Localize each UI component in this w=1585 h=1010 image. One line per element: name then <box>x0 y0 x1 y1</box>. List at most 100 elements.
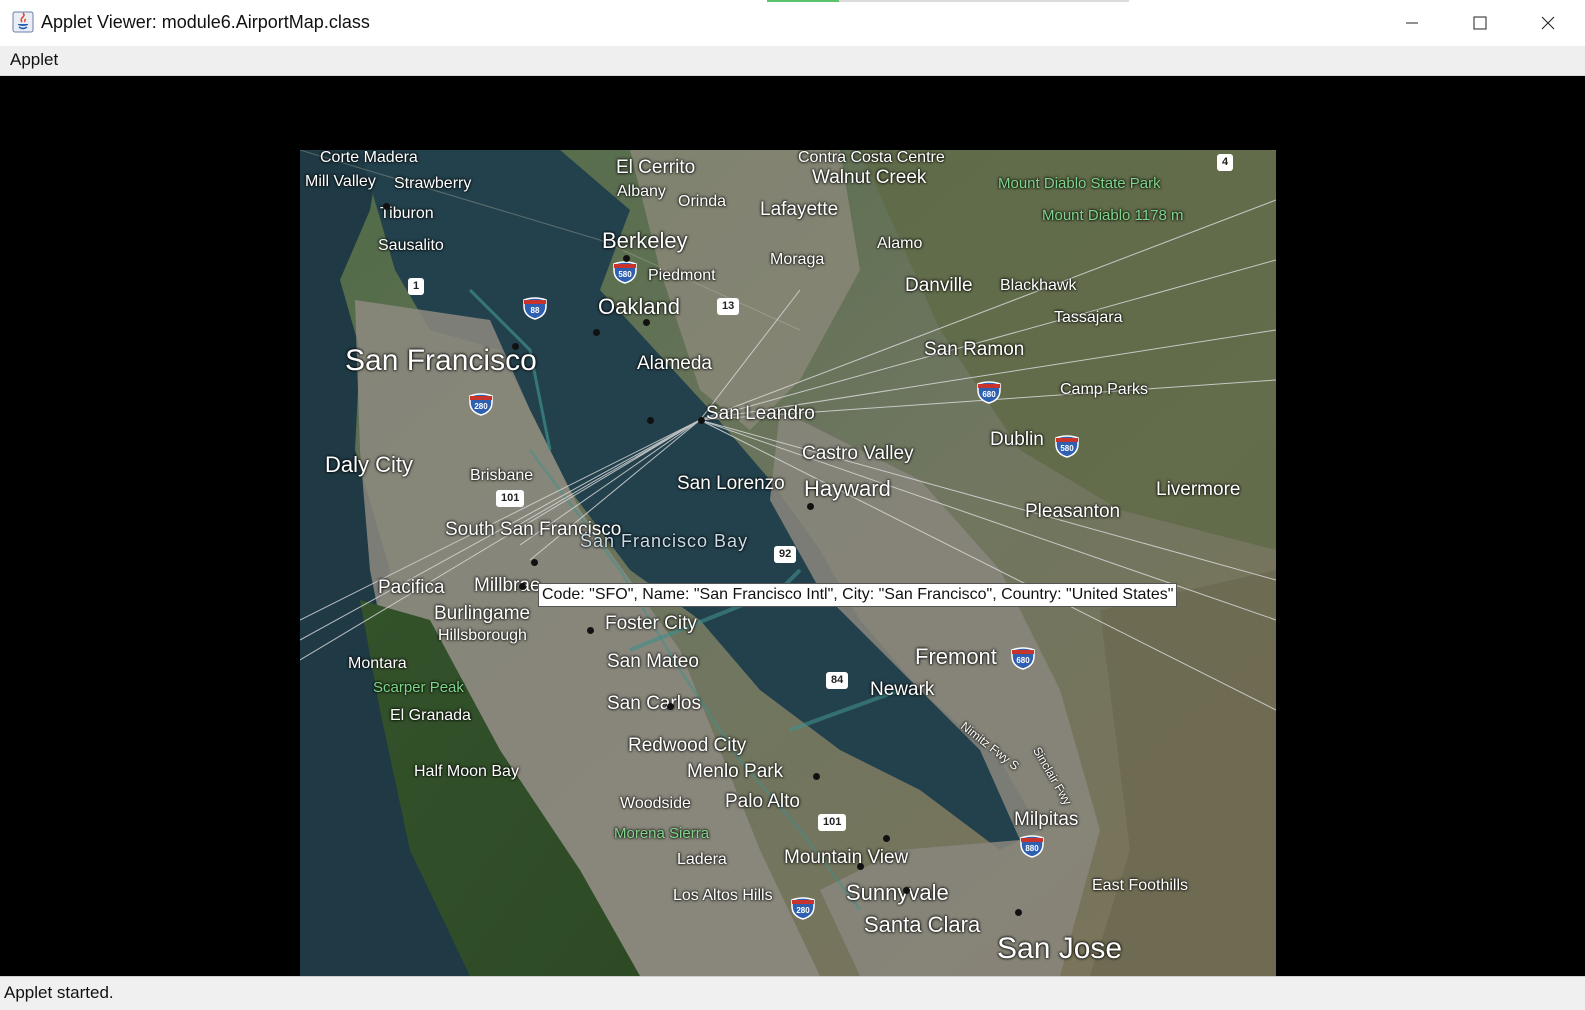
applet-canvas[interactable]: Corte Madera Mill Valley Strawberry Tiburon… <box>0 76 1585 976</box>
map-place-label: Palo Alto <box>725 791 800 812</box>
map-place-label: Pleasanton <box>1025 501 1121 522</box>
airport-marker[interactable] <box>903 887 910 894</box>
map-place-label: San Francisco <box>345 344 537 377</box>
route-marker: 13 <box>717 298 740 316</box>
map-place-label: Alamo <box>877 235 923 252</box>
interstate-shield-icon: 880 <box>1019 834 1045 858</box>
map-place-label: Newark <box>870 679 935 700</box>
airport-marker[interactable] <box>512 343 519 350</box>
map-place-label: Mountain View <box>784 847 909 868</box>
map-place-label: Corte Madera <box>320 150 418 166</box>
map-place-label: Scarper Peak <box>373 679 464 696</box>
map-place-label: Half Moon Bay <box>414 763 519 780</box>
maximize-icon <box>1473 16 1487 30</box>
svg-text:880: 880 <box>1025 844 1039 853</box>
airport-marker[interactable] <box>857 863 864 870</box>
airport-marker[interactable] <box>698 417 705 424</box>
map-place-label: Castro Valley <box>802 443 914 464</box>
map-place-label: Berkeley <box>602 228 688 253</box>
map-place-label: Foster City <box>605 613 697 634</box>
map-place-label: Mill Valley <box>305 173 376 190</box>
interstate-shield-icon: 280 <box>790 896 816 920</box>
interstate-shield-icon: 280 <box>468 392 494 416</box>
map-place-label: Oakland <box>598 294 680 319</box>
map-place-label: San Lorenzo <box>677 473 785 494</box>
interstate-shield-icon: 580 <box>1054 434 1080 458</box>
map-place-label: Orinda <box>678 193 727 210</box>
maximize-button[interactable] <box>1446 0 1514 46</box>
svg-text:280: 280 <box>474 402 488 411</box>
route-marker: 101 <box>818 814 847 832</box>
map-place-label: Sunnyvale <box>846 880 949 905</box>
map-place-label: Burlingame <box>434 603 531 624</box>
menu-bar: Applet <box>0 46 1585 76</box>
title-bar: Applet Viewer: module6.AirportMap.class <box>0 0 1585 47</box>
map-place-label: San Ramon <box>924 339 1025 360</box>
map-place-label: Lafayette <box>760 199 839 220</box>
window-title: Applet Viewer: module6.AirportMap.class <box>41 12 370 32</box>
map-place-label: Alameda <box>637 353 712 374</box>
map-place-label: East Foothills <box>1092 877 1189 894</box>
airport-marker[interactable] <box>807 503 814 510</box>
map-place-label: Albany <box>617 183 666 200</box>
map-place-label: Camp Parks <box>1060 381 1149 398</box>
map-place-label: Brisbane <box>470 467 534 484</box>
java-applet-icon <box>12 11 34 33</box>
airport-marker[interactable] <box>883 835 890 842</box>
status-bar: Applet started. <box>0 976 1585 1010</box>
map-place-label: Morena Sierra <box>614 825 710 842</box>
map-place-label: Santa Clara <box>864 912 981 937</box>
airport-marker[interactable] <box>587 627 594 634</box>
svg-text:88: 88 <box>531 306 540 315</box>
interstate-shield-icon: 580 <box>612 260 638 284</box>
svg-text:280: 280 <box>796 906 810 915</box>
route-marker: 4 <box>1217 154 1234 172</box>
map-place-label: Moraga <box>770 251 825 268</box>
interstate-shield-icon: 88 <box>522 296 548 320</box>
map-place-label: San Jose <box>997 932 1123 965</box>
svg-text:680: 680 <box>1016 656 1030 665</box>
airport-marker[interactable] <box>531 559 538 566</box>
airport-marker[interactable] <box>813 773 820 780</box>
airport-marker[interactable] <box>519 583 526 590</box>
map-place-label: Montara <box>348 655 407 672</box>
map-place-label: Los Altos Hills <box>673 887 773 904</box>
map-place-label: Redwood City <box>628 735 747 756</box>
map-place-label: San Leandro <box>706 403 815 424</box>
airport-marker[interactable] <box>667 703 674 710</box>
map-place-label: Tassajara <box>1054 309 1123 326</box>
close-icon <box>1541 16 1555 30</box>
airport-marker[interactable] <box>643 319 650 326</box>
airport-marker[interactable] <box>1015 909 1022 916</box>
map-place-label: Mount Diablo State Park <box>998 175 1161 192</box>
map-place-label: Milpitas <box>1014 809 1079 830</box>
map-place-label: Sausalito <box>378 237 444 254</box>
airport-marker[interactable] <box>383 203 390 210</box>
minimize-icon <box>1406 22 1418 24</box>
map-place-label: Dublin <box>990 429 1044 450</box>
airport-map[interactable]: Corte Madera Mill Valley Strawberry Tiburon… <box>300 150 1276 976</box>
airport-marker[interactable] <box>593 329 600 336</box>
route-marker: 101 <box>496 490 525 508</box>
route-marker: 1 <box>408 278 425 296</box>
close-button[interactable] <box>1514 0 1582 46</box>
map-place-label: El Cerrito <box>616 157 696 178</box>
map-place-label: Hayward <box>804 476 891 501</box>
airport-marker[interactable] <box>647 417 654 424</box>
map-place-label: Menlo Park <box>687 761 784 782</box>
map-place-label: Danville <box>905 275 973 296</box>
map-place-label: San Francisco Bay <box>580 531 749 551</box>
map-place-label: Piedmont <box>648 267 716 284</box>
interstate-shield-icon: 680 <box>1010 646 1036 670</box>
airport-marker[interactable] <box>623 255 630 262</box>
map-place-label: Blackhawk <box>1000 277 1077 294</box>
status-text: Applet started. <box>4 983 114 1002</box>
map-place-label: El Granada <box>390 707 471 724</box>
airport-tooltip: Code: "SFO", Name: "San Francisco Intl",… <box>538 583 1178 607</box>
svg-text:580: 580 <box>618 270 632 279</box>
map-place-label: Ladera <box>677 851 727 868</box>
minimize-button[interactable] <box>1378 0 1446 46</box>
interstate-shield-icon: 680 <box>976 380 1002 404</box>
title-progress-strip <box>767 0 1129 2</box>
menu-applet[interactable]: Applet <box>10 50 58 70</box>
